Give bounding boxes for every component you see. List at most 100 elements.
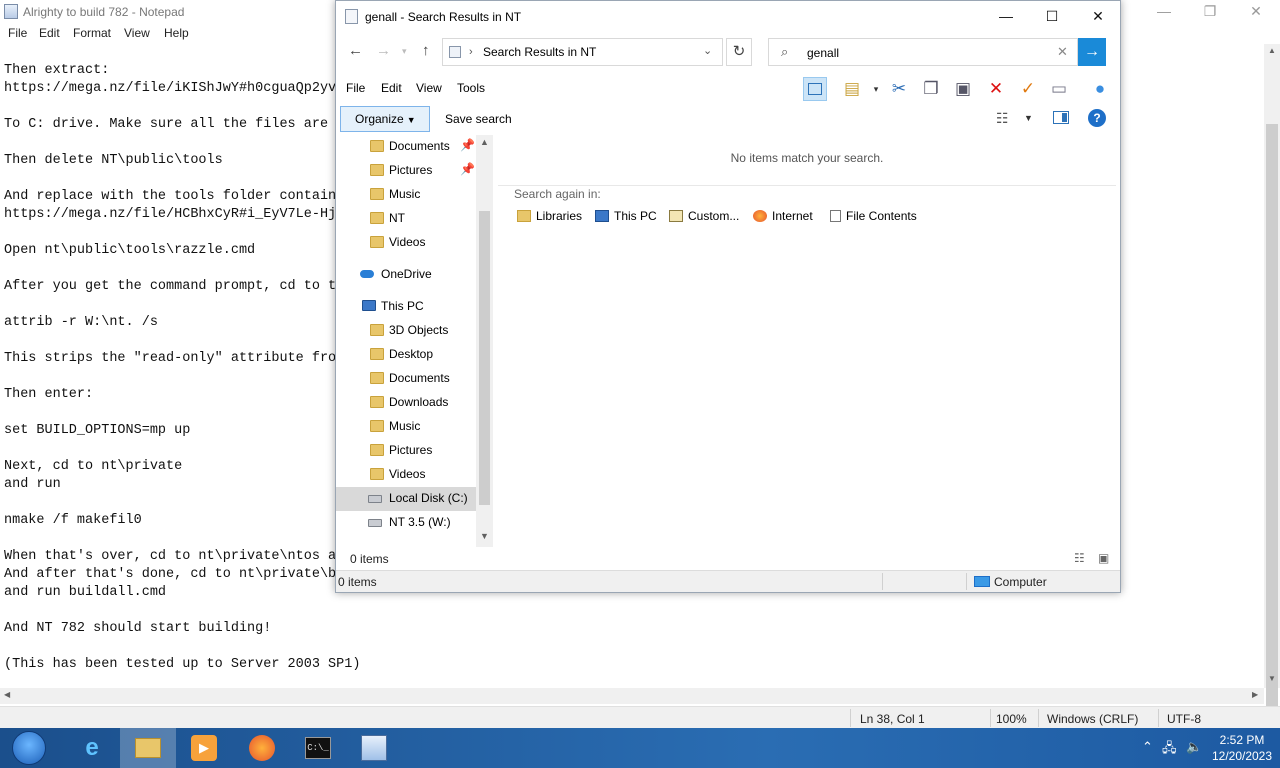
address-bar[interactable]: › Search Results in NT ⌄	[442, 38, 723, 66]
file-explorer-taskbar-button[interactable]	[120, 728, 176, 768]
notepad-menu-edit[interactable]: Edit	[39, 26, 60, 40]
nav-item-music-quick[interactable]: Music	[336, 183, 478, 207]
search-again-internet[interactable]: Internet	[753, 209, 813, 223]
paste-icon[interactable]: ▣	[951, 77, 975, 101]
folder-options-icon[interactable]: ▤	[840, 77, 864, 101]
navigation-pane-scrollbar[interactable]: ▲ ▼	[476, 135, 493, 547]
nav-item-local-disk-c[interactable]: Local Disk (C:)	[336, 487, 478, 511]
firefox-taskbar-button[interactable]	[234, 728, 290, 768]
explorer-menu-file[interactable]: File	[346, 81, 365, 95]
forward-arrow-icon[interactable]: →	[376, 42, 391, 59]
nav-item-downloads[interactable]: Downloads	[336, 391, 478, 415]
refresh-button[interactable]: ↻	[726, 38, 752, 66]
change-view-icon[interactable]: ☷	[996, 110, 1009, 127]
search-again-this-pc[interactable]: This PC	[595, 209, 657, 223]
media-player-taskbar-button[interactable]: ▶	[176, 728, 232, 768]
clock[interactable]: 2:52 PM 12/20/2023	[1210, 732, 1274, 764]
explorer-menu-edit[interactable]: Edit	[381, 81, 402, 95]
nav-item-label: Videos	[389, 235, 426, 249]
notepad-menu-help[interactable]: Help	[164, 26, 189, 40]
rename-icon[interactable]: ▭	[1047, 77, 1071, 101]
scroll-right-icon[interactable]: ▶	[1252, 690, 1258, 699]
recent-locations-chevron-icon[interactable]: ▾	[402, 46, 407, 57]
notepad-taskbar-button[interactable]	[346, 728, 402, 768]
notepad-menu-file[interactable]: File	[8, 26, 27, 40]
notepad-horizontal-scrollbar[interactable]: ◀ ▶	[0, 688, 1264, 704]
custom-folder-icon	[669, 210, 683, 222]
folder-icon	[370, 396, 384, 408]
scroll-left-icon[interactable]: ◀	[4, 690, 10, 699]
nav-item-nt[interactable]: NT	[336, 207, 478, 231]
scroll-down-icon[interactable]: ▼	[480, 531, 489, 541]
notepad-minimize-button[interactable]: —	[1141, 0, 1187, 24]
explorer-title: genall - Search Results in NT	[365, 10, 522, 24]
help-icon[interactable]: ?	[1088, 109, 1106, 127]
scroll-up-icon[interactable]: ▲	[1268, 46, 1276, 55]
nav-item-music[interactable]: Music	[336, 415, 478, 439]
nav-item-videos[interactable]: Videos	[336, 463, 478, 487]
network-globe-icon[interactable]: ●	[1088, 77, 1112, 101]
search-input[interactable]	[807, 44, 1047, 62]
large-icons-view-icon[interactable]: ▣	[1098, 551, 1109, 565]
cut-icon[interactable]: ✂	[887, 77, 911, 101]
address-text[interactable]: Search Results in NT	[483, 45, 596, 59]
nav-item-this-pc[interactable]: This PC	[336, 295, 478, 319]
view-dropdown-icon[interactable]: ▼	[1024, 113, 1033, 123]
nav-item-label: Pictures	[389, 443, 433, 457]
delete-icon[interactable]: ✕	[984, 77, 1008, 101]
up-arrow-icon[interactable]: ↑	[422, 42, 430, 59]
save-search-button[interactable]: Save search	[445, 112, 512, 126]
volume-icon[interactable]: 🔈	[1186, 739, 1202, 755]
notepad-menu-view[interactable]: View	[124, 26, 150, 40]
pin-icon[interactable]: 📌	[460, 138, 475, 152]
properties-check-icon[interactable]: ✓	[1016, 77, 1040, 101]
nav-item-videos-quick[interactable]: Videos	[336, 231, 478, 255]
explorer-menu-view[interactable]: View	[416, 81, 442, 95]
nav-item-nt35-w[interactable]: NT 3.5 (W:)	[336, 511, 478, 535]
status-encoding: UTF-8	[1167, 712, 1201, 726]
clear-search-icon[interactable]: ✕	[1057, 44, 1068, 60]
preview-pane-icon[interactable]	[1053, 111, 1069, 124]
nav-item-documents[interactable]: Documents	[336, 367, 478, 391]
search-box[interactable]: ⌕ ✕	[768, 38, 1078, 66]
navpane-scroll-thumb[interactable]	[479, 211, 490, 505]
details-view-icon[interactable]: ☷	[1074, 551, 1085, 565]
copy-icon[interactable]: ❐	[919, 77, 943, 101]
nav-item-pictures-quick[interactable]: Pictures 📌	[336, 159, 478, 183]
folder-options-dropdown-icon[interactable]: ▾	[864, 77, 888, 101]
nav-item-documents-quick[interactable]: Documents 📌	[336, 135, 478, 159]
address-dropdown-icon[interactable]: ⌄	[703, 44, 712, 57]
scroll-down-icon[interactable]: ▼	[1268, 674, 1276, 683]
notepad-menu-format[interactable]: Format	[73, 26, 111, 40]
nav-item-3d-objects[interactable]: 3D Objects	[336, 319, 478, 343]
network-icon[interactable]: 🖧	[1162, 739, 1177, 761]
notepad-vertical-scrollbar[interactable]: ▲ ▼	[1264, 44, 1280, 714]
pin-icon[interactable]: 📌	[460, 162, 475, 176]
nav-item-onedrive[interactable]: OneDrive	[336, 263, 478, 287]
explorer-close-button[interactable]: ✕	[1075, 1, 1121, 31]
search-go-button[interactable]: →	[1078, 38, 1106, 66]
explorer-menu-tools[interactable]: Tools	[457, 81, 485, 95]
breadcrumb-chevron-icon[interactable]: ›	[469, 46, 473, 58]
preview-pane-toggle-icon[interactable]	[803, 77, 827, 101]
search-again-libraries[interactable]: Libraries	[517, 209, 582, 223]
status-position: Ln 38, Col 1	[860, 712, 925, 726]
notepad-close-button[interactable]: ✕	[1233, 0, 1279, 24]
explorer-maximize-button[interactable]: ☐	[1029, 1, 1075, 31]
show-hidden-icons-chevron-icon[interactable]: ⌃	[1142, 739, 1153, 755]
notepad-restore-button[interactable]: ❐	[1187, 0, 1233, 24]
back-arrow-icon[interactable]: ←	[348, 42, 363, 59]
notepad-vscroll-thumb[interactable]	[1266, 124, 1278, 714]
nav-item-label: Documents	[389, 371, 450, 385]
search-again-file-contents[interactable]: File Contents	[830, 209, 917, 223]
command-prompt-taskbar-button[interactable]: C:\_	[290, 728, 346, 768]
explorer-minimize-button[interactable]: —	[983, 1, 1029, 31]
nav-item-desktop[interactable]: Desktop	[336, 343, 478, 367]
search-again-custom[interactable]: Custom...	[669, 209, 739, 223]
internet-explorer-taskbar-button[interactable]: e	[64, 728, 120, 768]
nav-item-pictures[interactable]: Pictures	[336, 439, 478, 463]
start-button[interactable]	[12, 731, 46, 765]
organize-button[interactable]: Organize ▼	[340, 106, 430, 132]
notepad-statusbar: Ln 38, Col 1 100% Windows (CRLF) UTF-8	[0, 706, 1280, 728]
scroll-up-icon[interactable]: ▲	[480, 137, 489, 147]
